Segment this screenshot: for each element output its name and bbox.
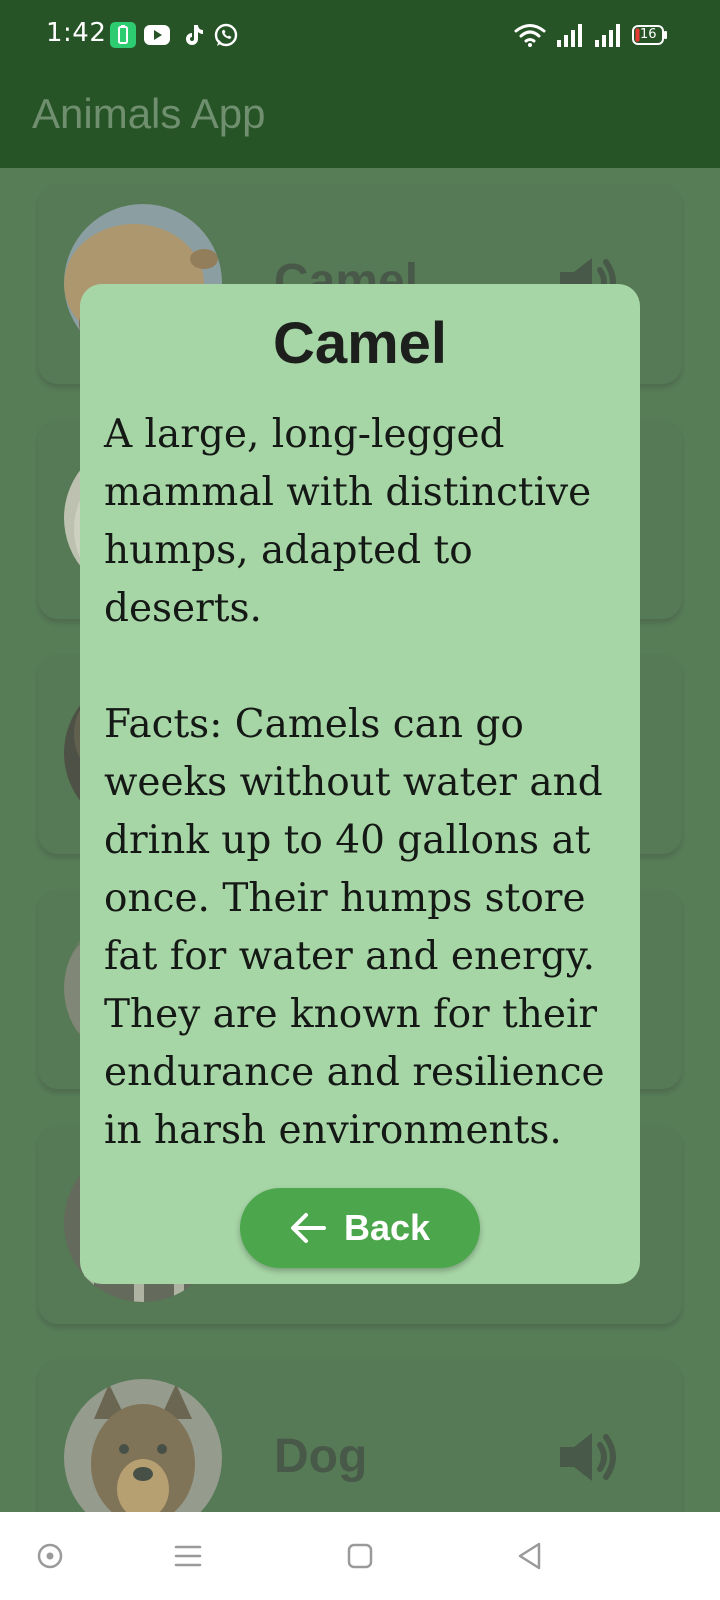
animal-facts: Facts: Camels can go weeks without water… [104,702,605,1153]
arrow-left-icon [290,1213,326,1243]
app-title: Animals App [32,90,266,137]
navigation-bar [0,1512,720,1600]
system-icons: 16 [514,20,668,50]
dialog-body: A large, long-legged mammal with distinc… [104,406,624,1160]
battery-icon: 16 [632,25,668,45]
signal-icon [557,24,582,47]
battery-saver-icon [110,22,136,48]
back-icon[interactable] [512,1538,548,1574]
menu-icon[interactable] [170,1538,206,1574]
app-bar: Animals App [0,72,720,168]
animal-detail-dialog: Camel A large, long-legged mammal with d… [80,284,640,1284]
wifi-icon [514,24,546,47]
animal-description: A large, long-legged mammal with distinc… [104,412,592,631]
signal-icon [595,24,620,47]
youtube-icon [144,25,170,45]
whatsapp-icon [214,23,238,47]
back-button-label: Back [343,1207,431,1248]
status-time: 1:42 [46,18,107,48]
status-bar: 1:42 16 [0,0,720,72]
back-button[interactable]: Back [240,1188,480,1268]
assistant-icon[interactable] [32,1538,68,1574]
home-icon[interactable] [342,1538,378,1574]
battery-level: 16 [640,27,657,42]
tiktok-icon [186,25,203,45]
dialog-title: Camel [272,311,448,376]
